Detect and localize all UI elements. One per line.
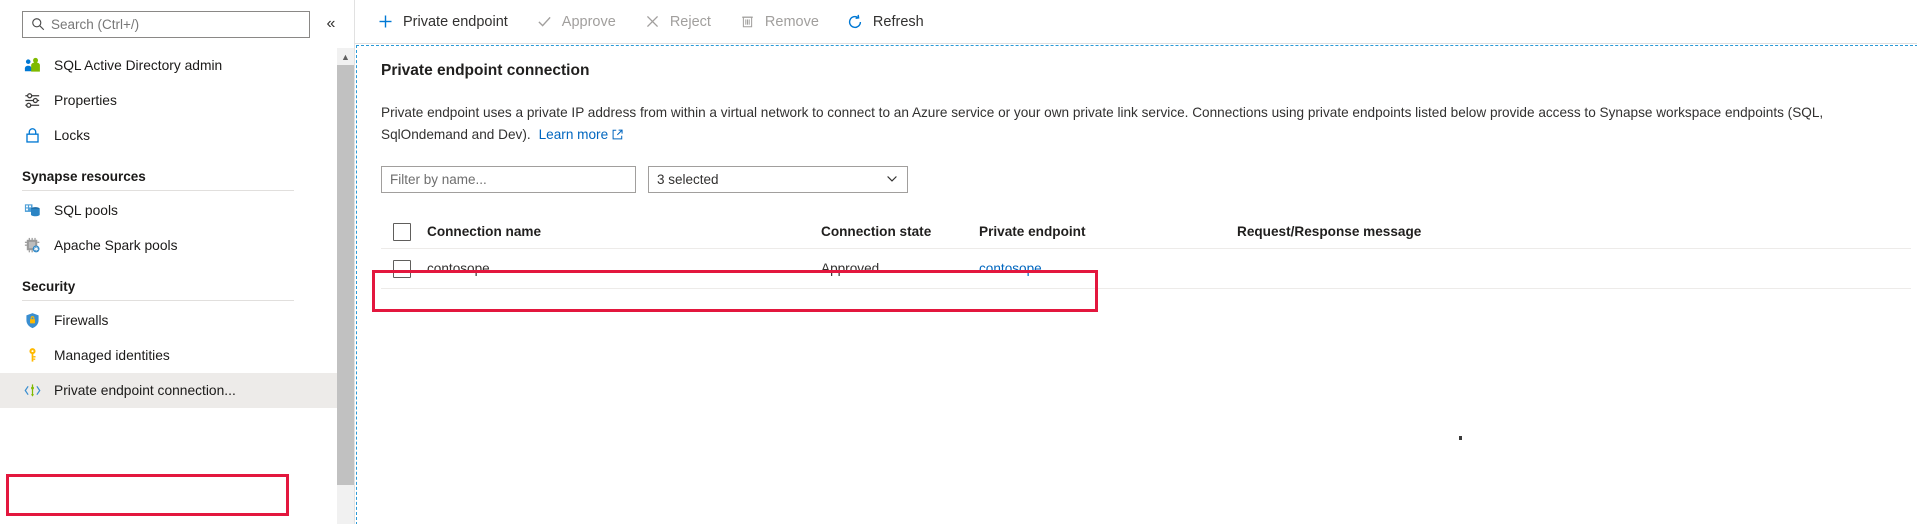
azure-portal-screen: « SQL Active Directory admin xyxy=(0,0,1917,524)
sidebar-item-label: Locks xyxy=(54,128,90,143)
column-header-private-endpoint[interactable]: Private endpoint xyxy=(979,224,1237,239)
sidebar-item-label: Managed identities xyxy=(54,348,170,363)
sidebar-item-managed-identities[interactable]: Managed identities xyxy=(0,338,340,373)
sql-ad-admin-icon xyxy=(22,56,42,76)
sidebar-item-label: Firewalls xyxy=(54,313,108,328)
sidebar-group-security: Security xyxy=(0,263,340,296)
connection-state-select[interactable]: 3 selected xyxy=(648,166,908,193)
divider xyxy=(22,300,294,301)
column-header-request-response-message[interactable]: Request/Response message xyxy=(1237,224,1911,239)
toolbar-item-label: Remove xyxy=(765,14,819,30)
column-header-connection-state[interactable]: Connection state xyxy=(821,224,979,239)
learn-more-label: Learn more xyxy=(539,127,609,142)
row-select-cell xyxy=(381,260,427,278)
plus-icon xyxy=(377,13,394,30)
toolbar-item-label: Refresh xyxy=(873,14,924,30)
sidebar-nav-list: SQL Active Directory admin Properties xyxy=(0,48,340,524)
spark-pools-icon xyxy=(22,236,42,256)
sidebar-search-area: « xyxy=(0,0,354,46)
scrollbar-thumb[interactable] xyxy=(337,65,354,485)
column-header-connection-name[interactable]: Connection name xyxy=(427,224,821,239)
cell-private-endpoint: contosope xyxy=(979,261,1237,276)
sidebar-scrollbar[interactable]: ▲ xyxy=(337,48,354,524)
search-icon xyxy=(31,17,45,31)
remove-button[interactable]: Remove xyxy=(739,0,833,44)
chevron-down-icon xyxy=(886,172,898,187)
reject-button[interactable]: Reject xyxy=(644,0,725,44)
scroll-up-arrow-icon[interactable]: ▲ xyxy=(337,48,354,65)
sidebar-item-apache-spark-pools[interactable]: Apache Spark pools xyxy=(0,228,340,263)
private-endpoint-link[interactable]: contosope xyxy=(979,261,1042,276)
private-endpoint-icon xyxy=(22,381,42,401)
divider xyxy=(22,190,294,191)
private-endpoint-button[interactable]: Private endpoint xyxy=(377,0,522,44)
approve-button[interactable]: Approve xyxy=(536,0,630,44)
sidebar-item-sql-pools[interactable]: SQL pools xyxy=(0,193,340,228)
toolbar-item-label: Reject xyxy=(670,14,711,30)
cell-connection-state: Approved xyxy=(821,261,979,276)
sidebar-item-properties[interactable]: Properties xyxy=(0,83,340,118)
key-icon xyxy=(22,346,42,366)
table-row[interactable]: contosope Approved contosope xyxy=(381,249,1911,289)
toolbar-item-label: Private endpoint xyxy=(403,14,508,30)
filter-bar: 3 selected xyxy=(381,166,1917,193)
private-endpoint-connection-section: Private endpoint connection Private endp… xyxy=(355,44,1917,289)
main-content-pane: Private endpoint Approve Reject xyxy=(355,0,1917,524)
sidebar-item-label: Private endpoint connection... xyxy=(54,383,236,398)
sidebar-item-sql-active-directory-admin[interactable]: SQL Active Directory admin xyxy=(0,48,340,83)
sql-pools-icon xyxy=(22,201,42,221)
table-header-row: Connection name Connection state Private… xyxy=(381,215,1911,249)
cell-connection-name: contosope xyxy=(427,261,821,276)
x-icon xyxy=(644,13,661,30)
check-icon xyxy=(536,13,553,30)
search-input[interactable] xyxy=(51,17,309,32)
refresh-icon xyxy=(847,13,864,30)
command-toolbar: Private endpoint Approve Reject xyxy=(355,0,1917,44)
sidebar-item-label: SQL pools xyxy=(54,203,118,218)
collapse-menu-button[interactable]: « xyxy=(322,16,340,32)
search-box[interactable] xyxy=(22,11,310,38)
sidebar-item-private-endpoint-connections[interactable]: Private endpoint connection... xyxy=(0,373,340,408)
toolbar-item-label: Approve xyxy=(562,14,616,30)
learn-more-link[interactable]: Learn more xyxy=(539,127,624,142)
trash-icon xyxy=(739,13,756,30)
image-artifact-dot xyxy=(1459,436,1462,440)
sidebar-group-synapse-resources: Synapse resources xyxy=(0,153,340,186)
sidebar-item-label: Apache Spark pools xyxy=(54,238,178,253)
private-endpoint-connections-table: Connection name Connection state Private… xyxy=(381,215,1911,289)
select-all-checkbox[interactable] xyxy=(393,223,411,241)
sidebar-item-label: SQL Active Directory admin xyxy=(54,58,222,73)
properties-icon xyxy=(22,91,42,111)
page-title: Private endpoint connection xyxy=(381,62,1917,80)
connection-state-select-value: 3 selected xyxy=(657,172,719,187)
lock-icon xyxy=(22,126,42,146)
row-checkbox[interactable] xyxy=(393,260,411,278)
refresh-button[interactable]: Refresh xyxy=(847,0,938,44)
shield-icon xyxy=(22,311,42,331)
select-all-cell xyxy=(381,223,427,241)
external-link-icon xyxy=(612,125,623,136)
sidebar-item-locks[interactable]: Locks xyxy=(0,118,340,153)
filter-by-name-input[interactable] xyxy=(381,166,636,193)
sidebar-item-firewalls[interactable]: Firewalls xyxy=(0,303,340,338)
section-description: Private endpoint uses a private IP addre… xyxy=(381,102,1911,146)
resource-menu-sidebar: « SQL Active Directory admin xyxy=(0,0,355,524)
sidebar-item-label: Properties xyxy=(54,93,117,108)
